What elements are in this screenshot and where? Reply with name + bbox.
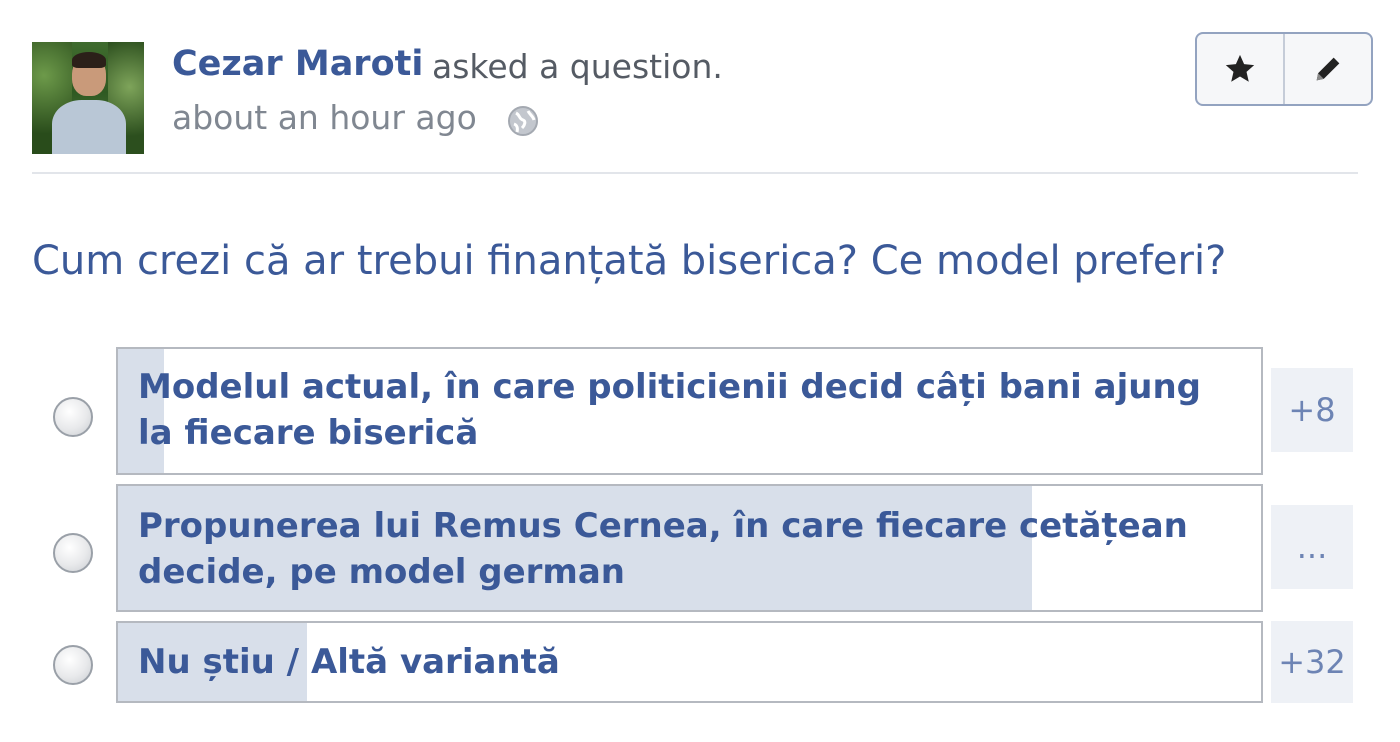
star-icon[interactable] [1197,34,1283,104]
option-radio-1[interactable] [53,397,93,437]
option-label-1: Modelul actual, în care politicienii dec… [138,367,1201,453]
option-label-3: Nu știu / Altă variantă [138,642,560,682]
globe-icon[interactable] [506,104,540,138]
option-radio-2[interactable] [53,533,93,573]
question-text: Cum crezi că ar trebui finanțată biseric… [32,238,1227,284]
option-radio-3[interactable] [53,645,93,685]
avatar[interactable] [32,42,144,154]
option-count-2[interactable]: ... [1271,505,1353,589]
option-bar-1[interactable]: Modelul actual, în care politicienii dec… [116,347,1263,475]
author-name-link[interactable]: Cezar Maroti [172,44,423,84]
header-divider [32,172,1358,174]
option-bar-2[interactable]: Propunerea lui Remus Cernea, în care fie… [116,484,1263,612]
option-count-1[interactable]: +8 [1271,368,1353,452]
pencil-icon[interactable] [1283,34,1371,104]
timestamp-link[interactable]: about an hour ago [172,98,477,137]
post-action-buttons [1195,32,1373,106]
option-bar-3[interactable]: Nu știu / Altă variantă [116,621,1263,703]
post-action-text: asked a question. [432,47,723,86]
option-label-2: Propunerea lui Remus Cernea, în care fie… [138,506,1188,592]
option-count-3[interactable]: +32 [1271,621,1353,703]
